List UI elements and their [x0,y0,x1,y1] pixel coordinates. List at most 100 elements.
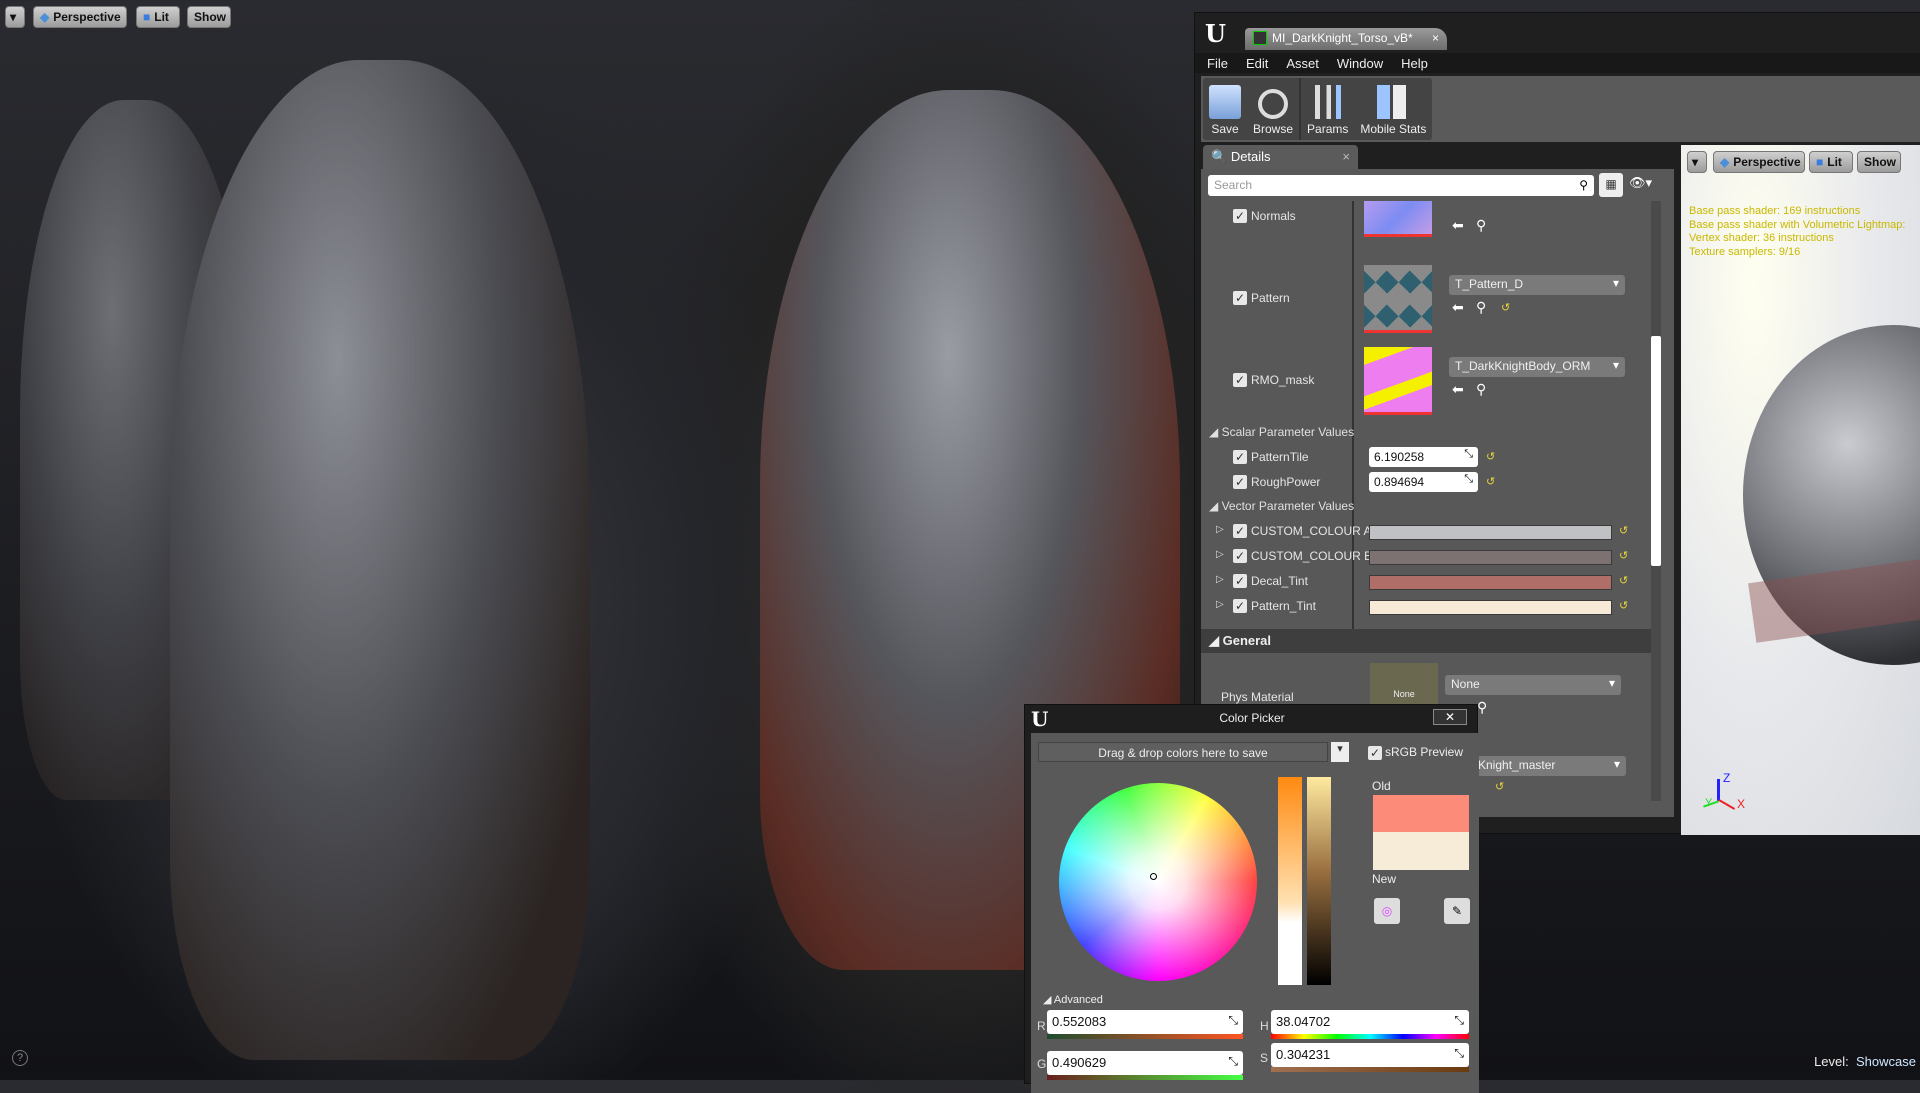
color-wheel-selector[interactable] [1150,873,1157,880]
browse-icon [1258,89,1288,119]
perspective-icon: ◆ [1720,155,1730,169]
lit-cube-icon: ■ [143,10,151,24]
vector-parameters-header[interactable]: ◢ Vector Parameter Values [1209,499,1354,513]
reset-to-default-icon[interactable]: ↺ [1619,524,1628,537]
vector-color-swatch[interactable] [1369,550,1612,565]
saturation-input[interactable]: 0.304231 [1271,1043,1469,1067]
menu-file[interactable]: File [1207,56,1228,71]
patterntile-checkbox[interactable]: ✓ [1233,450,1247,464]
color-wheel[interactable] [1059,783,1257,981]
preview-lit-button[interactable]: ■ Lit [1809,151,1853,173]
color-picker-window: U Color Picker ✕ Drag & drop colors here… [1024,704,1479,1093]
saturation-slider[interactable] [1278,777,1302,985]
material-preview-viewport[interactable]: ▾ ◆ Perspective ■ Lit Show Base pass shade… [1681,145,1920,835]
color-picker-title: Color Picker [1219,711,1285,725]
menu-asset[interactable]: Asset [1286,56,1319,71]
search-icon: ⚲ [1579,178,1588,192]
lit-button[interactable]: ■ Lit [136,6,180,28]
expand-arrow-icon[interactable]: ▷ [1216,524,1224,535]
expand-arrow-icon[interactable]: ▷ [1216,549,1224,560]
reset-to-default-icon[interactable]: ↺ [1501,301,1510,314]
vector-color-swatch[interactable] [1369,575,1612,590]
vector-param-checkbox[interactable]: ✓ [1233,574,1247,588]
roughpower-input[interactable]: 0.894694 [1369,472,1478,492]
pattern-texture-dropdown[interactable]: T_Pattern_D [1449,275,1625,295]
pattern-checkbox[interactable]: ✓ [1233,291,1247,305]
eyedropper-icon[interactable]: ✎ [1444,898,1470,924]
normals-checkbox[interactable]: ✓ [1233,209,1247,223]
reset-to-default-icon[interactable]: ↺ [1619,574,1628,587]
scalar-parameters-header[interactable]: ◢ Scalar Parameter Values [1209,425,1354,439]
vector-param-checkbox[interactable]: ✓ [1233,524,1247,538]
color-theme-drop-area[interactable]: Drag & drop colors here to save [1038,742,1328,762]
rmo-mask-thumbnail[interactable] [1364,347,1432,415]
view-options-grid-icon[interactable]: ▦ [1599,173,1623,197]
browse-magnifier-icon[interactable]: ⚲ [1476,299,1486,316]
search-input[interactable]: Search ⚲ [1208,175,1594,196]
expand-arrow-icon[interactable]: ▷ [1216,574,1224,585]
vector-param-checkbox[interactable]: ✓ [1233,599,1247,613]
reset-to-default-icon[interactable]: ↺ [1486,450,1495,463]
vector-color-swatch[interactable] [1369,525,1612,540]
asset-tab[interactable]: MI_DarkKnight_Torso_vB* × [1245,28,1447,50]
menu-edit[interactable]: Edit [1246,56,1268,71]
preview-perspective-button[interactable]: ◆ Perspective [1713,151,1805,173]
use-selected-arrow-icon[interactable]: ⬅ [1452,217,1464,234]
details-tab[interactable]: 🔍 Details × [1203,145,1358,169]
browse-magnifier-icon[interactable]: ⚲ [1476,217,1486,234]
red-input[interactable]: 0.552083 [1047,1010,1243,1034]
menu-window[interactable]: Window [1337,56,1383,71]
normals-thumbnail[interactable] [1364,201,1432,237]
viewport-options-button[interactable]: ▾ [5,6,25,28]
vector-color-swatch[interactable] [1369,600,1612,615]
value-slider[interactable] [1307,777,1331,985]
preview-options-button[interactable]: ▾ [1687,151,1707,173]
save-icon [1209,85,1241,119]
params-icon [1311,85,1344,119]
perspective-icon: ◆ [40,10,50,24]
advanced-toggle[interactable]: ◢ Advanced [1043,993,1103,1006]
visibility-eye-icon[interactable]: 👁▾ [1629,175,1652,191]
patterntile-input[interactable]: 6.190258 [1369,447,1478,467]
reset-to-default-icon[interactable]: ↺ [1495,780,1504,793]
preview-show-button[interactable]: Show [1857,151,1901,173]
level-indicator: Level: Showcase [1814,1054,1916,1069]
themes-dropdown-button[interactable]: ▾ [1331,742,1349,762]
color-wheel-mode-icon[interactable]: ◎ [1374,898,1400,924]
rmo-mask-texture-dropdown[interactable]: T_DarkKnightBody_ORM [1449,357,1625,377]
parent-material-dropdown[interactable]: kKnight_master [1466,756,1626,776]
phys-material-dropdown[interactable]: None [1445,675,1621,695]
general-section-header[interactable]: ◢ General [1201,629,1651,653]
reset-to-default-icon[interactable]: ↺ [1619,549,1628,562]
mobile-stats-button[interactable]: Mobile Stats [1354,78,1432,140]
show-button[interactable]: Show [187,6,231,28]
rmo-mask-checkbox[interactable]: ✓ [1233,373,1247,387]
menu-help[interactable]: Help [1401,56,1428,71]
vector-param-checkbox[interactable]: ✓ [1233,549,1247,563]
roughpower-checkbox[interactable]: ✓ [1233,475,1247,489]
reset-to-default-icon[interactable]: ↺ [1619,599,1628,612]
use-selected-arrow-icon[interactable]: ⬅ [1452,381,1464,398]
hue-input[interactable]: 38.04702 [1271,1010,1469,1034]
old-color-swatch [1373,795,1469,832]
close-tab-icon[interactable]: × [1432,31,1439,47]
browse-magnifier-icon[interactable]: ⚲ [1476,381,1486,398]
srgb-preview-checkbox[interactable]: ✓ [1368,746,1382,760]
chevron-down-icon: ▾ [1692,155,1699,169]
perspective-button[interactable]: ◆ Perspective [33,6,127,28]
phys-material-label: Phys Material [1221,690,1294,704]
green-input[interactable]: 0.490629 [1047,1051,1243,1075]
close-button[interactable]: ✕ [1433,709,1467,725]
use-selected-arrow-icon[interactable]: ⬅ [1452,299,1464,316]
reset-to-default-icon[interactable]: ↺ [1486,475,1495,488]
material-instance-icon [1253,31,1267,45]
save-button[interactable]: Save [1203,78,1247,140]
close-details-tab-icon[interactable]: × [1342,149,1350,164]
question-icon[interactable]: ? [12,1050,28,1066]
pattern-thumbnail[interactable] [1364,265,1432,333]
details-scrollbar[interactable] [1651,336,1661,566]
expand-arrow-icon[interactable]: ▷ [1216,599,1224,610]
browse-button[interactable]: Browse [1247,78,1299,140]
params-button[interactable]: Params [1301,78,1354,140]
mobile-stats-icon [1377,85,1410,119]
